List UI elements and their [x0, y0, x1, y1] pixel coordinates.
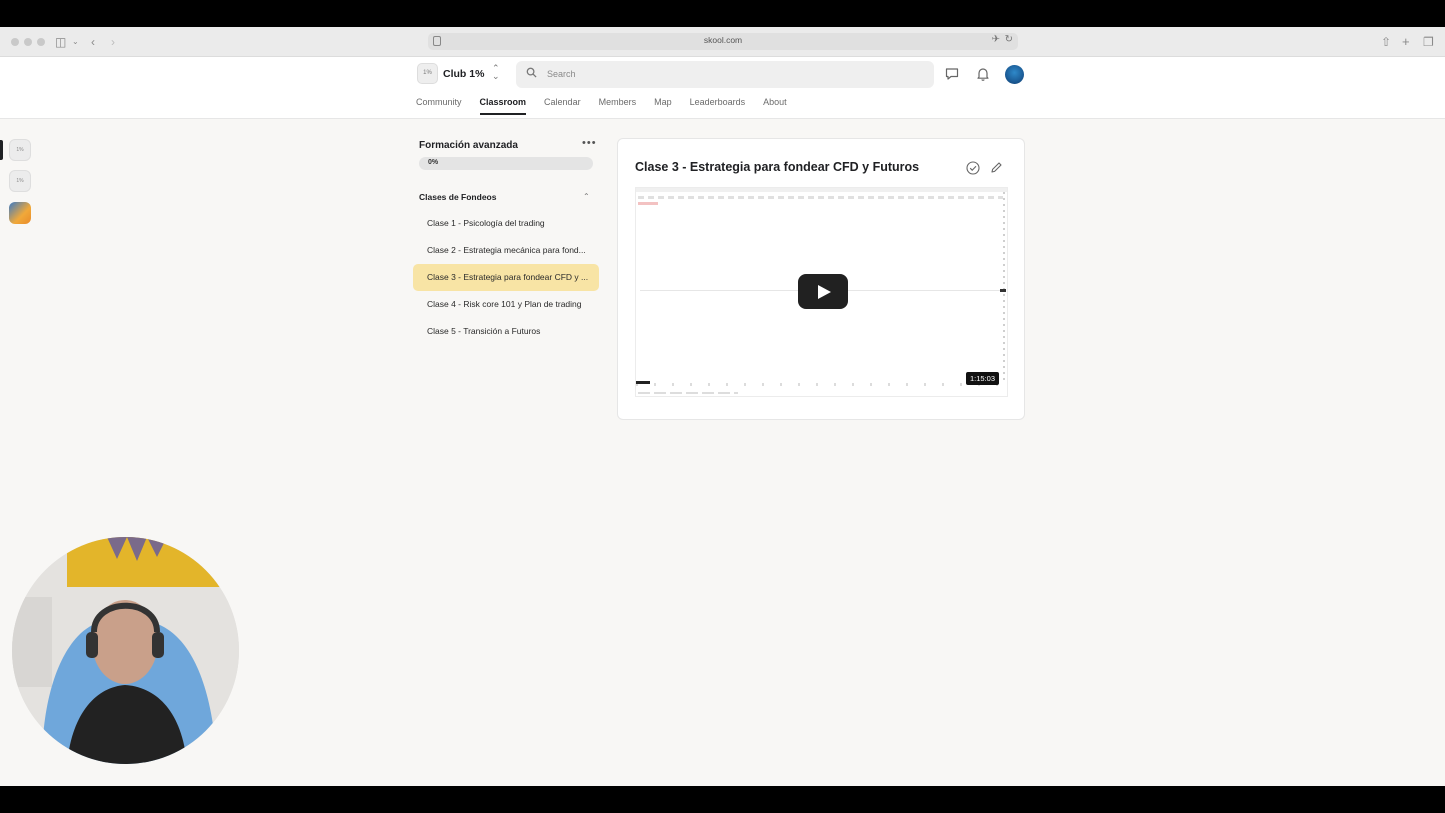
video-thumbnail-menu [638, 196, 1005, 199]
section-title[interactable]: Clases de Fondeos [419, 192, 496, 202]
tab-leaderboards[interactable]: Leaderboards [690, 97, 746, 115]
video-thumbnail-price-axis [1003, 192, 1005, 380]
video-thumbnail-time-axis [636, 383, 1007, 386]
lesson-item-5[interactable]: Clase 5 - Transición a Futuros [413, 318, 599, 345]
tab-members[interactable]: Members [599, 97, 637, 115]
club-switcher-icon[interactable]: ⌃ ⌄ [492, 64, 500, 81]
chevron-up-icon[interactable]: ⌃ [583, 192, 590, 201]
minimize-window-dot[interactable] [24, 38, 32, 46]
course-title: Formación avanzada [419, 140, 518, 151]
chat-icon[interactable] [944, 66, 960, 82]
main-tabs: Community Classroom Calendar Members Map… [416, 97, 805, 115]
more-options-icon[interactable]: ••• [582, 137, 597, 149]
tab-about[interactable]: About [763, 97, 787, 115]
video-thumbnail-marker [638, 202, 658, 205]
webcam-person-image [12, 537, 239, 764]
tab-calendar[interactable]: Calendar [544, 97, 581, 115]
tab-classroom[interactable]: Classroom [479, 97, 526, 115]
reload-icon[interactable]: ↻ [1005, 34, 1013, 45]
tab-community[interactable]: Community [416, 97, 462, 115]
forward-icon[interactable]: › [111, 35, 115, 49]
club-logo[interactable]: 1% [417, 63, 438, 84]
tab-overview-icon[interactable]: ❐ [1423, 35, 1434, 49]
app-header: 1% Club 1% ⌃ ⌄ Search Community Classroom… [0, 57, 1445, 119]
share-icon[interactable]: ⇧ [1381, 35, 1391, 49]
play-button[interactable] [798, 274, 848, 309]
mark-complete-icon[interactable] [966, 161, 980, 175]
window-controls[interactable] [11, 38, 45, 46]
close-window-dot[interactable] [11, 38, 19, 46]
rail-community-1[interactable]: 1% [9, 139, 31, 161]
lesson-title: Clase 3 - Estrategia para fondear CFD y … [635, 160, 920, 174]
lesson-item-4[interactable]: Clase 4 - Risk core 101 y Plan de tradin… [413, 291, 599, 318]
video-thumbnail-toolbar [636, 188, 1007, 192]
zoom-window-dot[interactable] [37, 38, 45, 46]
new-tab-icon[interactable]: + [1402, 35, 1410, 49]
search-placeholder: Search [547, 69, 576, 79]
video-thumbnail-footer [638, 392, 738, 394]
rail-community-2[interactable]: 1% [9, 170, 31, 192]
translate-icon[interactable]: ✈ [992, 34, 1000, 45]
video-thumbnail-time-mark [636, 381, 650, 384]
webcam-video-overlay [12, 537, 239, 764]
lesson-item-1[interactable]: Clase 1 - Psicología del trading [413, 210, 599, 237]
sidebar-toggle-icon[interactable]: ◫ [55, 35, 66, 49]
rail-active-indicator [0, 140, 3, 160]
video-duration: 1:15:03 [966, 372, 1000, 385]
user-avatar[interactable] [1005, 65, 1024, 84]
lesson-content-card: Clase 3 - Estrategia para fondear CFD y … [617, 138, 1025, 420]
bell-icon[interactable] [975, 66, 991, 82]
video-thumbnail-price-mark [1000, 289, 1006, 292]
club-name[interactable]: Club 1% [443, 68, 484, 80]
course-progress-bar: 0% [419, 157, 593, 170]
tab-map[interactable]: Map [654, 97, 672, 115]
search-icon [526, 67, 537, 78]
course-progress-label: 0% [428, 159, 439, 166]
screen: ◫ ⌄ ‹ › skool.com ✈ ↻ ⇧ + ❐ 1% Club 1% ⌃… [0, 27, 1445, 786]
search-input[interactable]: Search [516, 61, 934, 88]
address-url: skool.com [703, 35, 743, 45]
chevron-down-icon[interactable]: ⌄ [72, 35, 79, 49]
browser-toolbar: ◫ ⌄ ‹ › skool.com ✈ ↻ ⇧ + ❐ [0, 27, 1445, 57]
address-bar[interactable]: skool.com ✈ ↻ [428, 33, 1018, 50]
back-icon[interactable]: ‹ [91, 35, 95, 49]
video-player[interactable]: 1:15:03 [635, 187, 1008, 397]
lesson-item-2[interactable]: Clase 2 - Estrategia mecánica para fond.… [413, 237, 599, 264]
edit-pencil-icon[interactable] [990, 161, 1003, 174]
rail-community-cat-avatar[interactable] [9, 202, 31, 224]
lesson-item-3[interactable]: Clase 3 - Estrategia para fondear CFD y … [413, 264, 599, 291]
